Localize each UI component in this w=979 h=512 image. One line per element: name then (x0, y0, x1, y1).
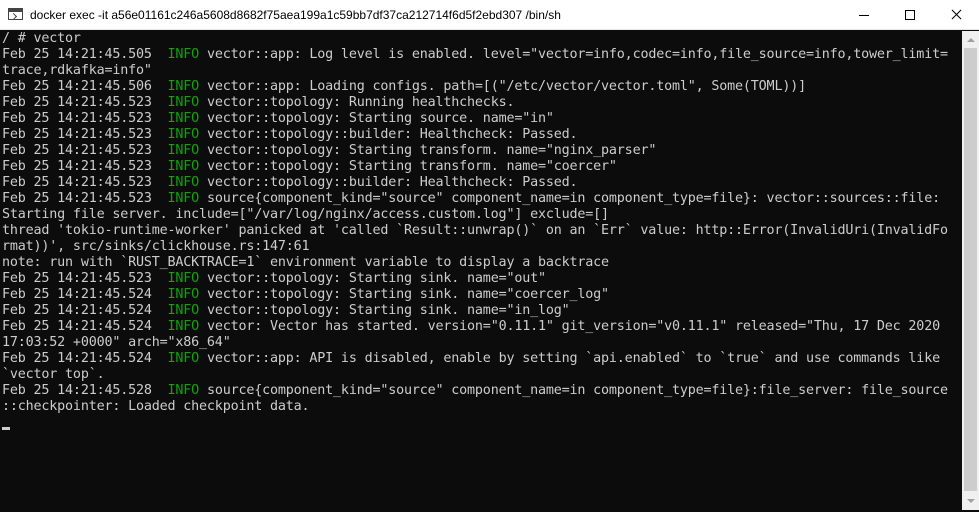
log-timestamp: Feb 25 14:21:45.523 (2, 95, 168, 110)
terminal-window: docker exec -it a56e01161c246a5608d8682f… (0, 0, 979, 512)
text-cursor (2, 427, 10, 430)
maximize-button[interactable] (887, 0, 933, 30)
log-message: vector::topology::builder: Healthcheck: … (199, 175, 578, 190)
console-line: Feb 25 14:21:45.524 INFO vector: Vector … (2, 319, 960, 335)
log-message: vector::topology: Starting transform. na… (199, 143, 657, 158)
log-level: INFO (167, 111, 200, 126)
log-message: vector::topology: Starting sink. name="c… (199, 287, 609, 302)
log-timestamp: Feb 25 14:21:45.524 (2, 287, 168, 302)
console-line: / # vector (2, 31, 81, 46)
log-message: vector::app: Log level is enabled. level… (199, 47, 948, 62)
console-line: Feb 25 14:21:45.524 INFO vector::topolog… (2, 303, 960, 319)
console-output[interactable]: / # vector Feb 25 14:21:45.505 INFO vecto… (2, 31, 960, 510)
log-level: INFO (167, 191, 200, 206)
log-timestamp: Feb 25 14:21:45.523 (2, 191, 168, 206)
console-line: trace,rdkafka=info" (2, 63, 152, 78)
console-line: Starting file server. include=["/var/log… (2, 207, 609, 222)
console-line: Feb 25 14:21:45.523 INFO vector::topolog… (2, 271, 960, 287)
log-level: INFO (167, 319, 200, 334)
console-line: 17:03:52 +0000" arch="x86_64" (2, 335, 231, 350)
console-line: `vector top`. (2, 367, 105, 382)
log-message: source{component_kind="source" component… (199, 191, 940, 206)
log-level: INFO (167, 95, 200, 110)
console-line: Feb 25 14:21:45.523 INFO vector::topolog… (2, 159, 960, 175)
log-message: vector::app: API is disabled, enable by … (199, 351, 940, 366)
scroll-down-arrow-icon[interactable] (962, 493, 979, 510)
console-line: ::checkpointer: Loaded checkpoint data. (2, 399, 310, 414)
console-line: thread 'tokio-runtime-worker' panicked a… (2, 223, 948, 238)
console-line: Feb 25 14:21:45.523 INFO vector::topolog… (2, 143, 960, 159)
log-message: source{component_kind="source" component… (199, 383, 948, 398)
log-timestamp: Feb 25 14:21:45.523 (2, 159, 168, 174)
log-message: vector::topology::builder: Healthcheck: … (199, 127, 578, 142)
log-level: INFO (167, 303, 200, 318)
log-timestamp: Feb 25 14:21:45.505 (2, 47, 168, 62)
console-line: Feb 25 14:21:45.523 INFO vector::topolog… (2, 95, 960, 111)
log-level: INFO (167, 287, 200, 302)
log-level: INFO (167, 47, 200, 62)
log-level: INFO (167, 175, 200, 190)
log-timestamp: Feb 25 14:21:45.523 (2, 143, 168, 158)
console-line: rmat))', src/sinks/clickhouse.rs:147:61 (2, 239, 310, 254)
scroll-thumb[interactable] (964, 48, 977, 491)
log-timestamp: Feb 25 14:21:45.523 (2, 175, 168, 190)
console-line: note: run with `RUST_BACKTRACE=1` enviro… (2, 255, 609, 270)
log-level: INFO (167, 127, 200, 142)
log-timestamp: Feb 25 14:21:45.506 (2, 79, 168, 94)
console-line: Feb 25 14:21:45.523 INFO source{componen… (2, 191, 960, 207)
log-level: INFO (167, 351, 200, 366)
log-timestamp: Feb 25 14:21:45.523 (2, 111, 168, 126)
console-line: Feb 25 14:21:45.523 INFO vector::topolog… (2, 127, 960, 143)
console-line: Feb 25 14:21:45.523 INFO vector::topolog… (2, 175, 960, 191)
console-line: Feb 25 14:21:45.505 INFO vector::app: Lo… (2, 47, 960, 63)
console-line: Feb 25 14:21:45.506 INFO vector::app: Lo… (2, 79, 960, 95)
console-line: Feb 25 14:21:45.524 INFO vector::topolog… (2, 287, 960, 303)
window-title: docker exec -it a56e01161c246a5608d8682f… (30, 8, 561, 22)
scroll-up-arrow-icon[interactable] (962, 31, 979, 48)
title-bar[interactable]: docker exec -it a56e01161c246a5608d8682f… (0, 0, 979, 30)
console-line: Feb 25 14:21:45.524 INFO vector::app: AP… (2, 351, 960, 367)
console-line: Feb 25 14:21:45.523 INFO vector::topolog… (2, 111, 960, 127)
close-button[interactable] (933, 0, 979, 30)
log-message: vector::topology: Starting transform. na… (199, 159, 617, 174)
log-timestamp: Feb 25 14:21:45.524 (2, 319, 168, 334)
log-level: INFO (167, 383, 200, 398)
log-timestamp: Feb 25 14:21:45.524 (2, 303, 168, 318)
minimize-button[interactable] (841, 0, 887, 30)
vertical-scrollbar[interactable] (962, 31, 979, 510)
log-level: INFO (167, 143, 200, 158)
log-timestamp: Feb 25 14:21:45.524 (2, 351, 168, 366)
log-message: vector::topology: Running healthchecks. (199, 95, 515, 110)
console-app-icon[interactable] (8, 8, 23, 20)
log-timestamp: Feb 25 14:21:45.523 (2, 271, 168, 286)
console-line: Feb 25 14:21:45.528 INFO source{componen… (2, 383, 960, 399)
log-message: vector::topology: Starting source. name=… (199, 111, 554, 126)
log-timestamp: Feb 25 14:21:45.523 (2, 127, 168, 142)
log-message: vector::topology: Starting sink. name="i… (199, 303, 570, 318)
log-timestamp: Feb 25 14:21:45.528 (2, 383, 168, 398)
log-message: vector::topology: Starting sink. name="o… (199, 271, 546, 286)
log-level: INFO (167, 79, 200, 94)
log-level: INFO (167, 159, 200, 174)
log-level: INFO (167, 271, 200, 286)
log-message: vector::app: Loading configs. path=[("/e… (199, 79, 806, 94)
log-message: vector: Vector has started. version="0.1… (199, 319, 940, 334)
